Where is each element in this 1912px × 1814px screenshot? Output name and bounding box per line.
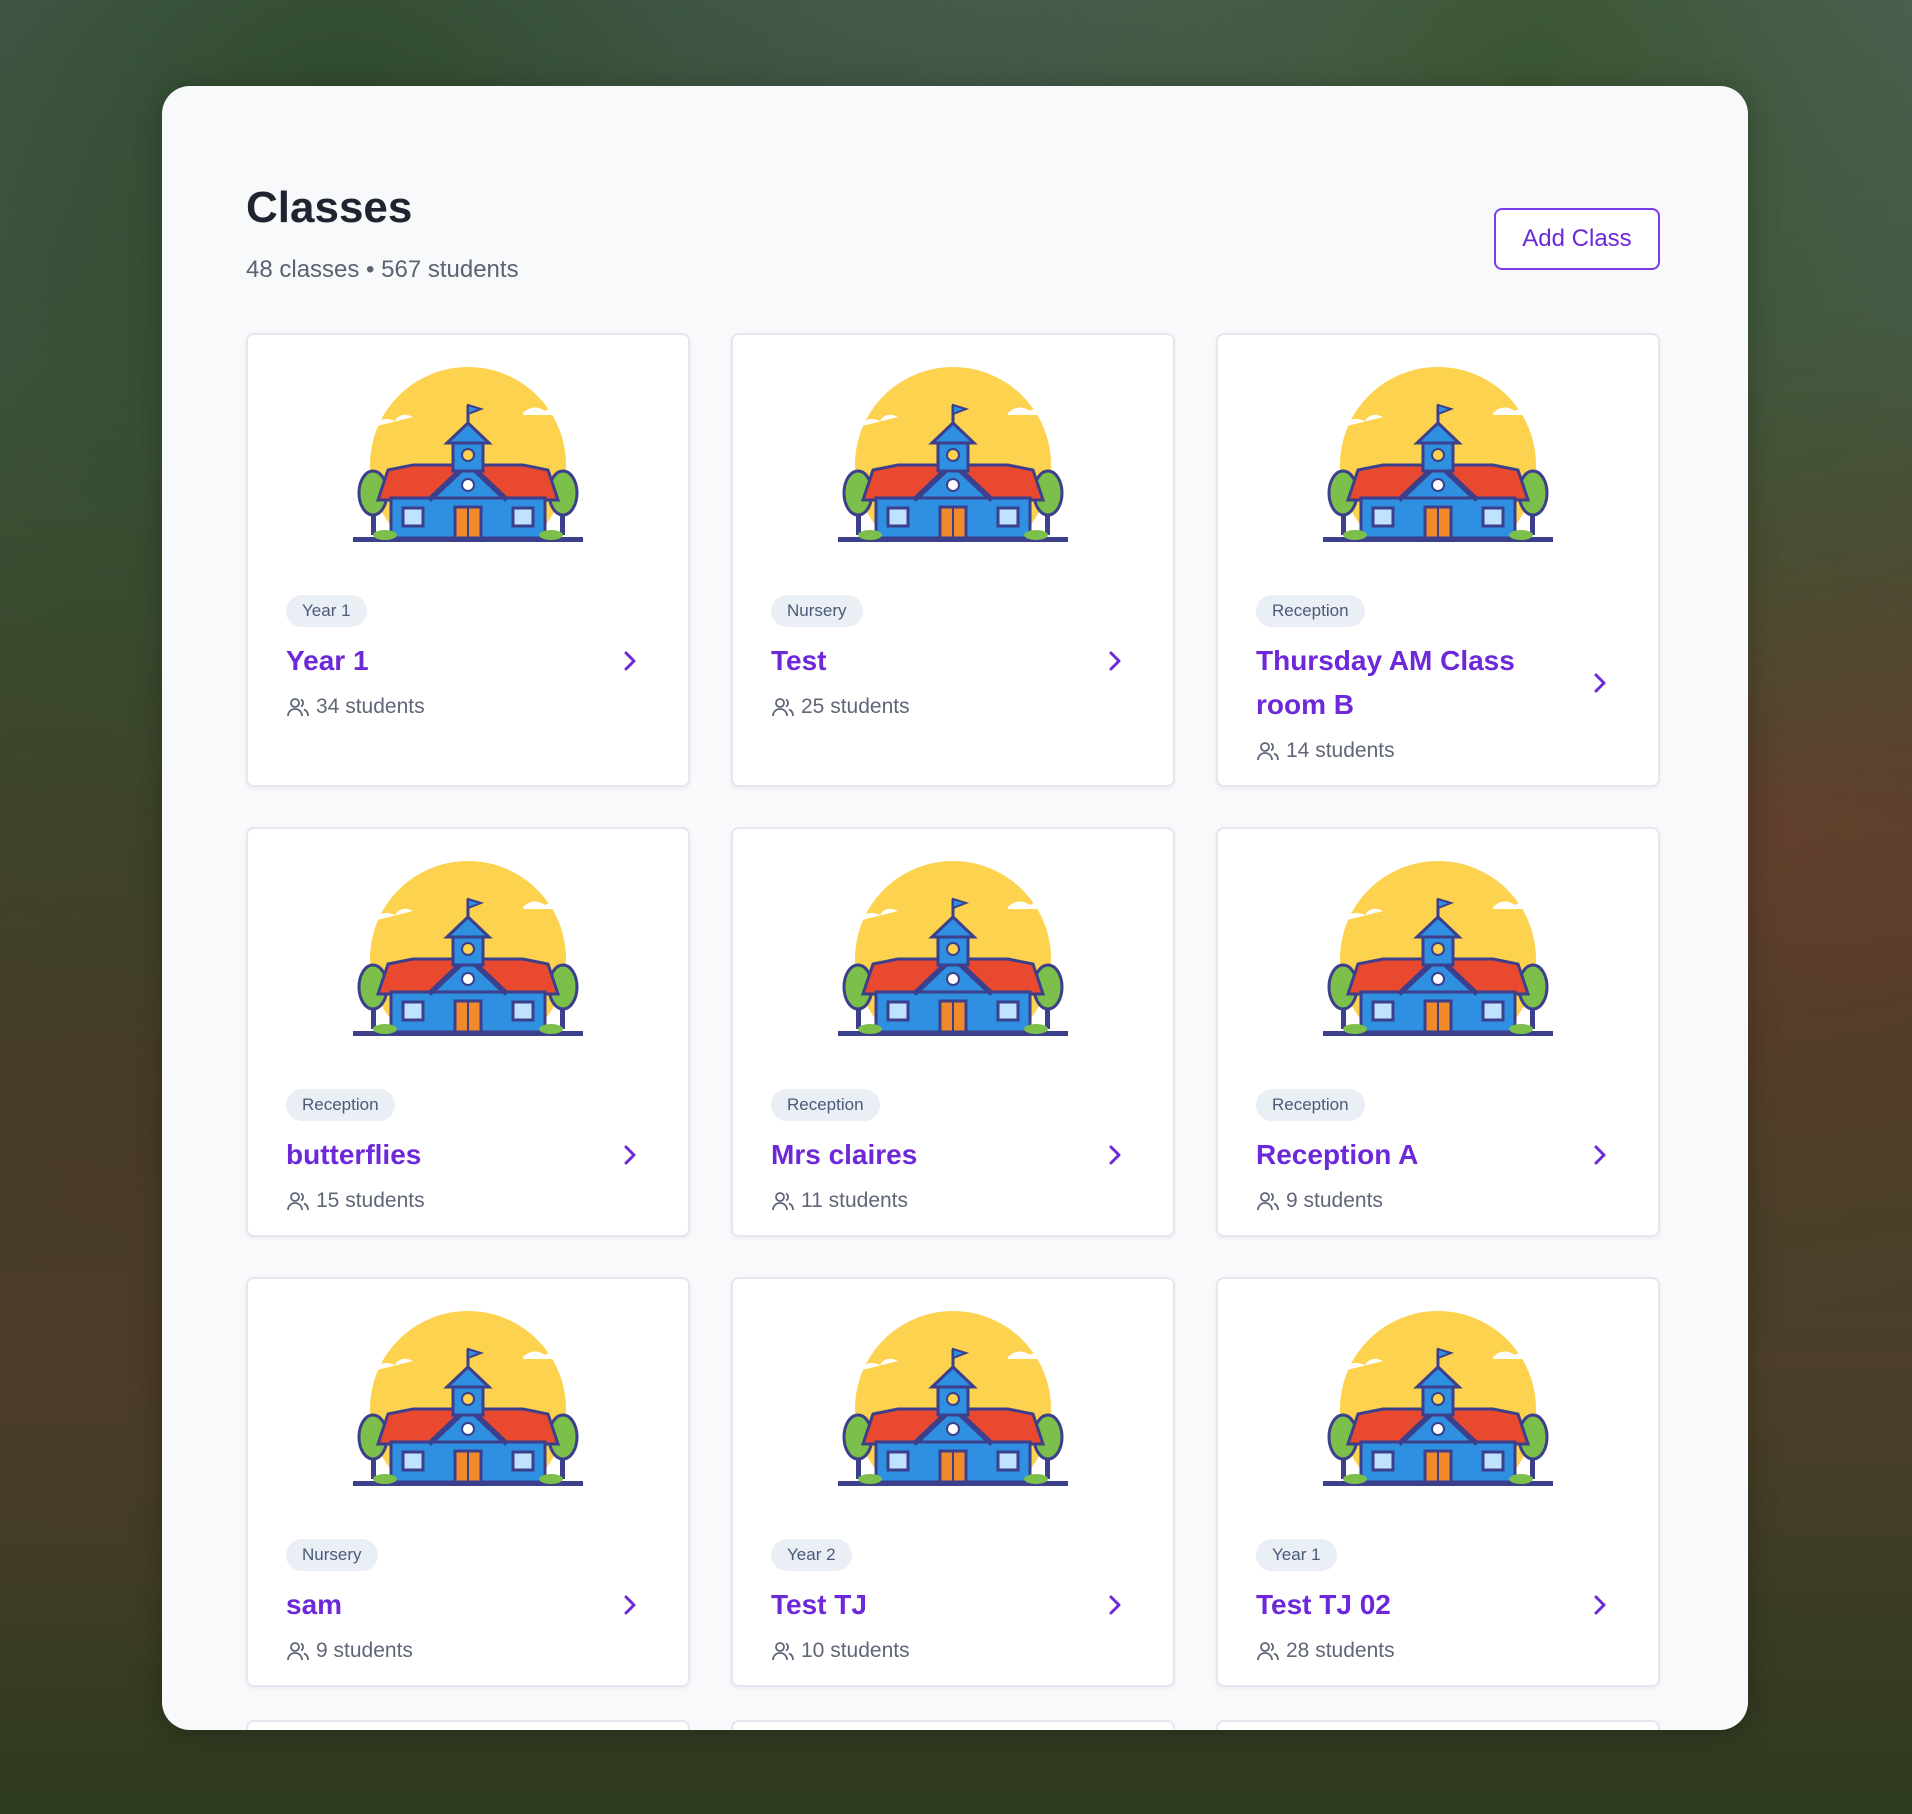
chevron-right-icon[interactable]: [618, 649, 642, 673]
student-count: 25 students: [771, 695, 1135, 719]
people-icon: [1256, 1189, 1280, 1213]
class-card[interactable]: Year 2 Test TJ 10 students: [731, 1277, 1175, 1687]
school-building-illustration: [818, 1309, 1088, 1509]
class-card[interactable]: Reception butterflies 15 students: [246, 827, 690, 1237]
chevron-right-icon[interactable]: [1103, 1593, 1127, 1617]
student-count-label: 9 students: [316, 1639, 413, 1662]
school-building-illustration: [1303, 859, 1573, 1059]
class-name[interactable]: Year 1: [286, 639, 610, 683]
chevron-right-icon[interactable]: [1588, 1593, 1612, 1617]
class-name[interactable]: Thursday AM Class room B: [1256, 639, 1580, 727]
class-name[interactable]: sam: [286, 1583, 610, 1627]
class-card[interactable]: Reception Mrs claires 11 students: [731, 827, 1175, 1237]
class-name[interactable]: butterflies: [286, 1133, 610, 1177]
school-building-illustration: [818, 365, 1088, 565]
year-group-badge: Reception: [1256, 1089, 1365, 1121]
student-count: 9 students: [1256, 1189, 1620, 1213]
people-icon: [1256, 739, 1280, 763]
classes-panel: Classes 48 classes • 567 students Add Cl…: [162, 86, 1748, 1730]
student-count: 11 students: [771, 1189, 1135, 1213]
student-count-label: 15 students: [316, 1189, 425, 1212]
chevron-right-icon[interactable]: [618, 1593, 642, 1617]
student-count-label: 11 students: [801, 1189, 909, 1212]
people-icon: [286, 1189, 310, 1213]
student-count-label: 25 students: [801, 695, 910, 718]
student-count: 14 students: [1256, 739, 1620, 763]
people-icon: [286, 695, 310, 719]
chevron-right-icon[interactable]: [1588, 671, 1612, 695]
student-count-label: 34 students: [316, 695, 425, 718]
school-building-illustration: [333, 859, 603, 1059]
chevron-right-icon[interactable]: [1103, 649, 1127, 673]
class-card[interactable]: Nursery sam 9 students: [246, 1277, 690, 1687]
next-row-cards: [246, 1720, 1660, 1730]
page-title: Classes: [246, 183, 413, 232]
student-count-label: 14 students: [1286, 739, 1395, 762]
add-class-button[interactable]: Add Class: [1494, 208, 1660, 270]
people-icon: [286, 1639, 310, 1663]
student-count: 28 students: [1256, 1639, 1620, 1663]
school-building-illustration: [333, 1309, 603, 1509]
school-building-illustration: [1303, 365, 1573, 565]
class-name[interactable]: Mrs claires: [771, 1133, 1095, 1177]
class-card-partial[interactable]: [731, 1720, 1175, 1730]
student-count-label: 9 students: [1286, 1189, 1383, 1212]
student-count-label: 28 students: [1286, 1639, 1395, 1662]
student-count: 15 students: [286, 1189, 650, 1213]
year-group-badge: Nursery: [771, 595, 863, 627]
class-card[interactable]: Year 1 Test TJ 02 28 students: [1216, 1277, 1660, 1687]
year-group-badge: Year 1: [1256, 1539, 1337, 1571]
class-card[interactable]: Reception Thursday AM Class room B 14 st…: [1216, 333, 1660, 787]
chevron-right-icon[interactable]: [1588, 1143, 1612, 1167]
class-name[interactable]: Reception A: [1256, 1133, 1580, 1177]
class-card-partial[interactable]: [1216, 1720, 1660, 1730]
class-card[interactable]: Reception Reception A 9 students: [1216, 827, 1660, 1237]
class-summary: 48 classes • 567 students: [246, 256, 519, 283]
chevron-right-icon[interactable]: [618, 1143, 642, 1167]
class-name[interactable]: Test TJ: [771, 1583, 1095, 1627]
chevron-right-icon[interactable]: [1103, 1143, 1127, 1167]
school-building-illustration: [1303, 1309, 1573, 1509]
year-group-badge: Reception: [286, 1089, 395, 1121]
class-name[interactable]: Test: [771, 639, 1095, 683]
page-header: Classes 48 classes • 567 students Add Cl…: [246, 186, 1660, 306]
class-name[interactable]: Test TJ 02: [1256, 1583, 1580, 1627]
class-card[interactable]: Nursery Test 25 students: [731, 333, 1175, 787]
people-icon: [771, 1639, 795, 1663]
student-count: 10 students: [771, 1639, 1135, 1663]
class-card[interactable]: Year 1 Year 1 34 students: [246, 333, 690, 787]
people-icon: [771, 695, 795, 719]
year-group-badge: Year 2: [771, 1539, 852, 1571]
year-group-badge: Reception: [1256, 595, 1365, 627]
school-building-illustration: [818, 859, 1088, 1059]
student-count: 9 students: [286, 1639, 650, 1663]
people-icon: [1256, 1639, 1280, 1663]
year-group-badge: Reception: [771, 1089, 880, 1121]
school-building-illustration: [333, 365, 603, 565]
people-icon: [771, 1189, 795, 1213]
class-card-partial[interactable]: [246, 1720, 690, 1730]
student-count-label: 10 students: [801, 1639, 910, 1662]
year-group-badge: Nursery: [286, 1539, 378, 1571]
year-group-badge: Year 1: [286, 595, 367, 627]
class-grid: Year 1 Year 1 34 students Nursery Test 2…: [246, 333, 1660, 1687]
student-count: 34 students: [286, 695, 650, 719]
